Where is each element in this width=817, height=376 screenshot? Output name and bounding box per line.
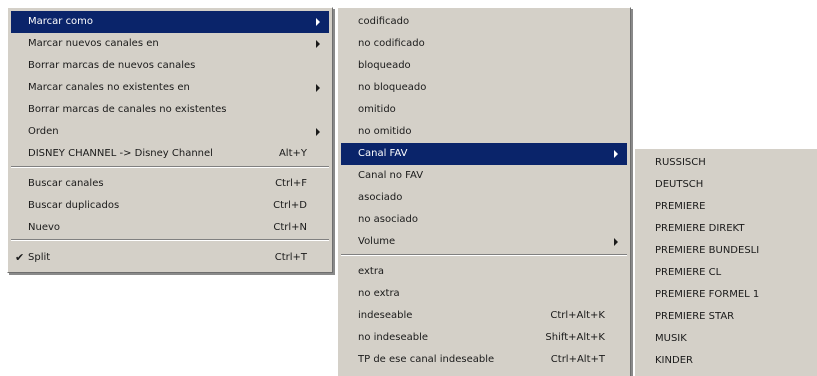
menu-item-label: PREMIERE FORMEL 1 [655,289,760,300]
menu-item-label: no bloqueado [358,82,427,93]
menu-item-no-bloqueado[interactable]: no bloqueado [341,77,627,99]
submenu-arrow-icon [316,40,320,48]
menu-item-russisch[interactable]: RUSSISCH [638,152,814,174]
menu-item-label: no indeseable [358,332,429,343]
menu-item-label: extra [358,266,385,277]
menu-item-premiere-star[interactable]: PREMIERE STAR [638,306,814,328]
menu-item-shortcut: Ctrl+D [273,200,307,211]
menu-item-label: PREMIERE BUNDESLI [655,245,760,256]
menu-item-label: asociado [358,192,403,203]
menu-item-extra[interactable]: extra [341,261,627,283]
menu-item-marcar-como[interactable]: Marcar como [11,11,329,33]
menu-item-label: MUSIK [655,333,687,344]
menu-item-label: Volume [358,236,396,247]
menu-item-orden[interactable]: Orden [11,121,329,143]
submenu-arrow-icon [316,128,320,136]
menu-item-bloqueado[interactable]: bloqueado [341,55,627,77]
menu-item-premiere-bundesli[interactable]: PREMIERE BUNDESLI [638,240,814,262]
menu-item-indeseable[interactable]: indeseable Ctrl+Alt+K [341,305,627,327]
menu-item-nuevo[interactable]: Nuevo Ctrl+N [11,217,329,239]
menu-item-volume[interactable]: Volume [341,231,627,253]
menu-item-label: Marcar nuevos canales en [28,38,159,49]
menu-item-label: PREMIERE [655,201,706,212]
menu-item-no-codificado[interactable]: no codificado [341,33,627,55]
menu-item-marcar-canales-no-existentes-en[interactable]: Marcar canales no existentes en [11,77,329,99]
menu-item-shortcut: Ctrl+Alt+K [550,310,605,321]
menu-separator [11,166,329,168]
menu-item-codificado[interactable]: codificado [341,11,627,33]
menu-item-borrar-marcas-de-canales-no-existentes[interactable]: Borrar marcas de canales no existentes [11,99,329,121]
submenu-arrow-icon [316,84,320,92]
menu-item-no-indeseable[interactable]: no indeseable Shift+Alt+K [341,327,627,349]
menu-item-label: bloqueado [358,60,411,71]
menu-item-label: Canal no FAV [358,170,424,181]
menu-item-shortcut: Ctrl+T [274,252,307,263]
menu-item-shortcut: Ctrl+N [273,222,307,233]
submenu-marcar-como: codificado no codificado bloqueado no bloqu… [337,7,631,376]
menu-item-label: Orden [28,126,59,137]
menu-item-label: no omitido [358,126,412,137]
menu-item-premiere-direkt[interactable]: PREMIERE DIREKT [638,218,814,240]
menu-item-label: Borrar marcas de nuevos canales [28,60,196,71]
menu-item-label: indeseable [358,310,413,321]
menu-item-label: PREMIERE CL [655,267,722,278]
menu-item-label: DISNEY CHANNEL -> Disney Channel [28,148,213,159]
menu-item-label: Marcar como [28,16,94,27]
menu-item-borrar-marcas-de-nuevos-canales[interactable]: Borrar marcas de nuevos canales [11,55,329,77]
menu-item-musik[interactable]: MUSIK [638,328,814,350]
menu-item-label: TP de ese canal indeseable [358,354,495,365]
menu-item-asociado[interactable]: asociado [341,187,627,209]
menu-item-label: Marcar canales no existentes en [28,82,190,93]
menu-item-label: no codificado [358,38,425,49]
menu-item-label: no extra [358,288,400,299]
menu-item-label: Borrar marcas de canales no existentes [28,104,227,115]
menu-item-shortcut: Ctrl+Alt+T [550,354,605,365]
submenu-arrow-icon [614,150,618,158]
menu-item-shortcut: Alt+Y [278,148,307,159]
menu-item-label: codificado [358,16,410,27]
menu-item-shortcut: Ctrl+F [275,178,307,189]
context-menu-main: Marcar como Marcar nuevos canales en Borra… [7,7,333,273]
menu-item-label: Split [28,252,51,263]
menu-item-canal-no-fav[interactable]: Canal no FAV [341,165,627,187]
menu-item-label: RUSSISCH [655,157,706,168]
menu-separator [341,254,627,256]
menu-item-split[interactable]: ✔ Split Ctrl+T [11,247,329,269]
menu-item-label: omitido [358,104,396,115]
menu-item-label: Canal FAV [358,148,408,159]
menu-item-shortcut: Shift+Alt+K [545,332,605,343]
menu-item-disney-channel-disney-channel[interactable]: DISNEY CHANNEL -> Disney Channel Alt+Y [11,143,329,165]
menu-item-buscar-duplicados[interactable]: Buscar duplicados Ctrl+D [11,195,329,217]
menu-item-label: PREMIERE DIREKT [655,223,745,234]
menu-item-label: PREMIERE STAR [655,311,735,322]
menu-item-marcar-nuevos-canales-en[interactable]: Marcar nuevos canales en [11,33,329,55]
submenu-arrow-icon [316,18,320,26]
menu-item-deutsch[interactable]: DEUTSCH [638,174,814,196]
menu-item-label: DEUTSCH [655,179,704,190]
menu-item-label: Nuevo [28,222,61,233]
menu-item-no-extra[interactable]: no extra [341,283,627,305]
checkmark-icon: ✔ [15,251,25,264]
menu-item-label: KINDER [655,355,693,366]
menu-item-premiere-cl[interactable]: PREMIERE CL [638,262,814,284]
menu-item-canal-fav[interactable]: Canal FAV [341,143,627,165]
menu-item-tp-de-ese-canal-indeseable[interactable]: TP de ese canal indeseable Ctrl+Alt+T [341,349,627,371]
menu-item-premiere[interactable]: PREMIERE [638,196,814,218]
submenu-arrow-icon [614,238,618,246]
menu-item-label: Buscar duplicados [28,200,120,211]
menu-item-no-omitido[interactable]: no omitido [341,121,627,143]
menu-item-buscar-canales[interactable]: Buscar canales Ctrl+F [11,173,329,195]
menu-item-kinder[interactable]: KINDER [638,350,814,372]
menu-item-premiere-formel-1[interactable]: PREMIERE FORMEL 1 [638,284,814,306]
menu-item-omitido[interactable]: omitido [341,99,627,121]
menu-item-label: no asociado [358,214,418,225]
menu-separator [11,239,329,241]
submenu-canal-fav: RUSSISCH DEUTSCH PREMIERE PREMIERE DIREKT PR… [634,148,817,376]
menu-item-label: Buscar canales [28,178,104,189]
menu-item-no-asociado[interactable]: no asociado [341,209,627,231]
